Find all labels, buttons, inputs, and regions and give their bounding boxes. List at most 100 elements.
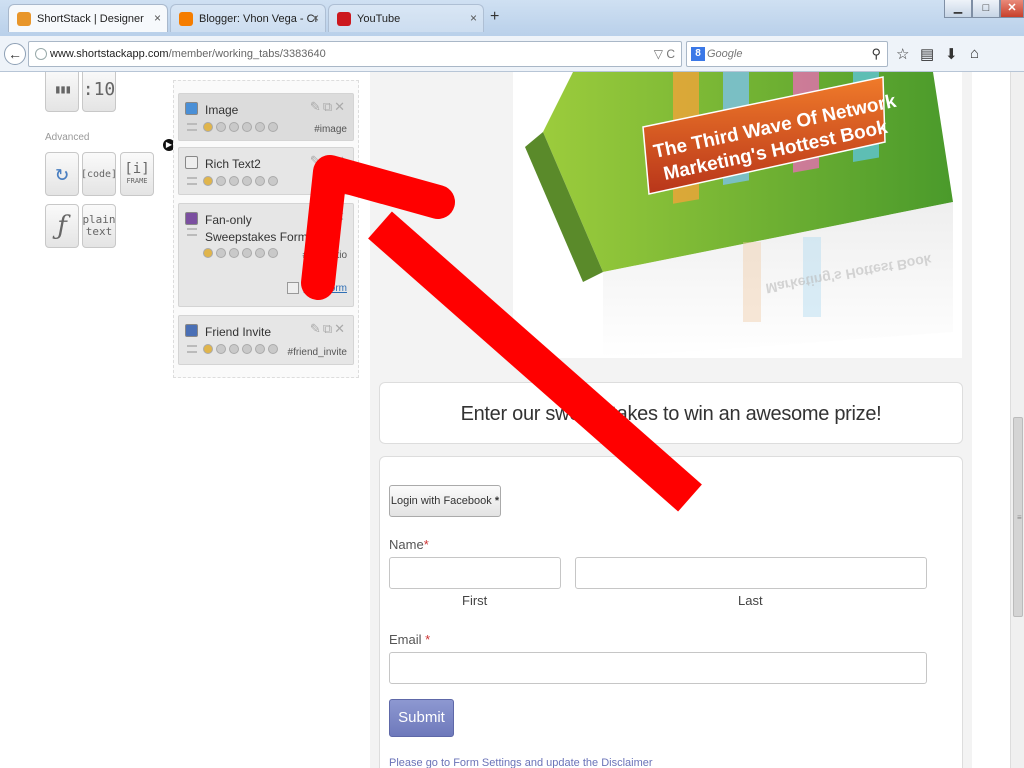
- advanced-section-label: Advanced: [45, 132, 90, 143]
- item-hash: #image: [314, 124, 347, 135]
- tab-blogger[interactable]: Blogger: Vhon Vega - Creat... ×: [170, 4, 326, 32]
- name-label-text: Name: [389, 537, 424, 552]
- maximize-button[interactable]: □: [972, 0, 1000, 18]
- edit-copy-delete-icons[interactable]: ✎⧉✕: [310, 209, 347, 225]
- item-hash: #friend_invite: [287, 347, 347, 358]
- drag-handle-icon[interactable]: [187, 345, 197, 353]
- item-title: Fan-only Sweepstakes Form: [205, 213, 308, 244]
- book-image: The Third Wave Of Network Marketing's Ho…: [513, 72, 962, 358]
- last-sublabel: Last: [738, 593, 763, 608]
- tab-preview: The Third Wave Of Network Marketing's Ho…: [370, 72, 972, 768]
- edit-form-icon: [287, 282, 299, 294]
- email-label-text: Email: [389, 632, 422, 647]
- rich-text-icon: [185, 156, 198, 169]
- name-label: Name*: [389, 537, 429, 552]
- url-path: /member/working_tabs/3383640: [168, 48, 326, 60]
- iframe-widget[interactable]: [i] FRAME: [120, 152, 154, 196]
- disclaimer-link[interactable]: Please go to Form Settings and update th…: [389, 757, 653, 768]
- bookmark-star-icon[interactable]: ☆: [896, 45, 909, 63]
- code-widget[interactable]: [code]: [80, 152, 118, 196]
- required-mark: *: [425, 632, 431, 647]
- item-hash: #ric: [330, 178, 347, 189]
- shortstack-icon: [17, 11, 31, 26]
- plain-text-widget[interactable]: plain text: [82, 204, 116, 248]
- bar-chart-icon: ▮▮▮: [54, 82, 72, 97]
- tab-title: YouTube: [357, 12, 401, 25]
- close-icon[interactable]: ×: [470, 11, 477, 25]
- code-icon: [code]: [80, 168, 118, 180]
- url-bar[interactable]: www.shortstackapp.com /member/working_ta…: [28, 41, 682, 67]
- close-icon[interactable]: ×: [312, 11, 319, 25]
- iframe-sublabel: FRAME: [126, 176, 148, 185]
- search-icon[interactable]: ⚲: [871, 46, 881, 62]
- list-item-rich-text[interactable]: Rich Text2 ✎⧉✕ #ric: [178, 147, 354, 195]
- item-title: Image: [205, 103, 239, 117]
- edit-copy-delete-icons[interactable]: ✎⧉✕: [310, 153, 347, 169]
- back-button[interactable]: ←: [4, 43, 26, 65]
- visibility-tools[interactable]: [203, 344, 278, 354]
- home-icon[interactable]: ⌂: [970, 45, 979, 62]
- flash-icon: ƒ: [57, 210, 67, 241]
- edit-copy-delete-icons[interactable]: ✎⧉✕: [310, 321, 347, 337]
- tab-youtube[interactable]: YouTube ×: [328, 4, 484, 32]
- blogger-icon: [179, 11, 193, 26]
- list-item-friend-invite[interactable]: Friend Invite ✎⧉✕ #friend_invite: [178, 315, 354, 365]
- countdown-widget[interactable]: :10: [82, 72, 116, 112]
- countdown-icon: :10: [82, 79, 116, 101]
- tab-title: Blogger: Vhon Vega - Creat...: [199, 12, 317, 25]
- drag-handle-icon[interactable]: [187, 228, 197, 236]
- sweepstakes-headline: Enter our sweepstakes to win an awesome …: [460, 403, 882, 425]
- reading-list-icon[interactable]: ▤: [920, 45, 934, 63]
- email-input[interactable]: [389, 652, 927, 684]
- close-icon[interactable]: ×: [154, 11, 161, 25]
- submit-button[interactable]: Submit: [389, 699, 454, 737]
- browser-nav-bar: ← www.shortstackapp.com /member/working_…: [0, 36, 1024, 72]
- search-bar[interactable]: 8 Google ⚲: [686, 41, 888, 67]
- first-name-input[interactable]: [389, 557, 561, 589]
- visibility-tools[interactable]: [203, 176, 278, 186]
- reload-icon[interactable]: ▽ C: [654, 47, 675, 61]
- friend-invite-icon: [185, 324, 198, 337]
- google-search-icon[interactable]: 8: [691, 47, 705, 61]
- required-mark: *: [423, 537, 429, 552]
- url-host: www.shortstackapp.com: [50, 48, 169, 60]
- globe-icon: [35, 48, 47, 60]
- page-content: ▮▮▮ :10 Advanced ↻ [code] [i] FRAME ƒ pl…: [0, 72, 1024, 768]
- login-with-facebook-button[interactable]: Login with Facebook *: [389, 485, 501, 517]
- flash-widget[interactable]: ƒ: [45, 204, 79, 248]
- login-star: *: [494, 495, 500, 507]
- refresh-widget[interactable]: ↻: [45, 152, 79, 196]
- visibility-tools[interactable]: [203, 122, 278, 132]
- list-item-sweepstakes-form[interactable]: Fan-only Sweepstakes Form ✎⧉✕ #promotio …: [178, 203, 354, 307]
- tab-title: ShortStack | Designer: [37, 12, 144, 25]
- search-placeholder: Google: [707, 48, 743, 60]
- item-hash: #promotio: [302, 250, 347, 261]
- tab-shortstack-designer[interactable]: ShortStack | Designer ×: [8, 4, 168, 32]
- email-label: Email *: [389, 632, 430, 647]
- item-title: Rich Text2: [205, 157, 261, 171]
- login-label: Login with Facebook: [390, 495, 492, 507]
- browser-tab-bar: ShortStack | Designer × Blogger: Vhon Ve…: [0, 0, 1024, 36]
- grip-icon: ≡: [1017, 513, 1022, 522]
- new-tab-button[interactable]: +: [490, 8, 499, 26]
- drag-handle-icon[interactable]: [187, 177, 197, 185]
- downloads-icon[interactable]: ⬇: [945, 45, 958, 63]
- visibility-tools[interactable]: [203, 248, 278, 258]
- headline-box: Enter our sweepstakes to win an awesome …: [379, 382, 963, 444]
- sweepstakes-form: Login with Facebook * Name* First Last E…: [379, 456, 963, 768]
- form-icon: [185, 212, 198, 225]
- chart-widget[interactable]: ▮▮▮: [45, 72, 79, 112]
- iframe-icon: [i]: [124, 161, 150, 178]
- minimize-button[interactable]: ▁: [944, 0, 972, 18]
- plain-text-sublabel: text: [85, 225, 113, 238]
- close-window-button[interactable]: ✕: [1000, 0, 1024, 18]
- edit-copy-delete-icons[interactable]: ✎⧉✕: [310, 99, 347, 115]
- drag-handle-icon[interactable]: [187, 123, 197, 131]
- scrollbar-thumb[interactable]: ≡: [1013, 417, 1023, 617]
- list-item-image[interactable]: Image ✎⧉✕ #image: [178, 93, 354, 141]
- edit-form-link[interactable]: Edit Form: [304, 283, 347, 294]
- last-name-input[interactable]: [575, 557, 927, 589]
- vertical-scrollbar[interactable]: ≡: [1010, 72, 1024, 768]
- youtube-icon: [337, 11, 351, 26]
- first-sublabel: First: [462, 593, 488, 608]
